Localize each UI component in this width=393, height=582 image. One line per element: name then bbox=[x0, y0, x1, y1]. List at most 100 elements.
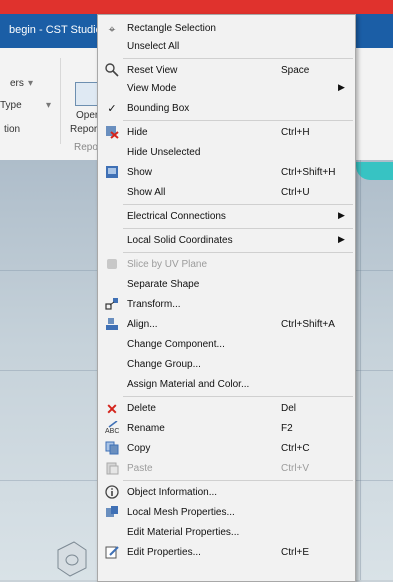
menu-item-rectangle-selection[interactable]: ⌖ Rectangle Selection bbox=[98, 19, 355, 39]
menu-label: Bounding Box bbox=[127, 103, 190, 114]
menu-label: Change Component... bbox=[127, 339, 225, 350]
menu-label: Local Mesh Properties... bbox=[127, 507, 235, 518]
menu-shortcut: Ctrl+H bbox=[281, 127, 310, 138]
align-icon bbox=[104, 317, 120, 333]
menu-item-local-mesh-properties[interactable]: Local Mesh Properties... bbox=[98, 503, 355, 523]
menu-item-copy[interactable]: Copy Ctrl+C bbox=[98, 439, 355, 459]
transform-icon bbox=[104, 297, 120, 313]
rectangle-selection-icon: ⌖ bbox=[108, 22, 116, 36]
menu-separator bbox=[123, 120, 353, 121]
menu-item-align[interactable]: Align... Ctrl+Shift+A bbox=[98, 315, 355, 335]
slice-icon bbox=[104, 257, 120, 273]
menu-shortcut: Ctrl+C bbox=[281, 443, 310, 454]
mesh-icon bbox=[104, 505, 120, 521]
menu-item-hide[interactable]: Hide Ctrl+H bbox=[98, 123, 355, 143]
grid-line bbox=[360, 160, 361, 580]
submenu-arrow-icon: ▶ bbox=[338, 82, 345, 92]
ribbon-label-ers[interactable]: ers bbox=[10, 78, 24, 89]
menu-item-delete[interactable]: ✕ Delete Del bbox=[98, 399, 355, 419]
probe-model-icon bbox=[57, 541, 87, 577]
menu-separator bbox=[123, 204, 353, 205]
svg-text:ABC: ABC bbox=[105, 428, 119, 435]
edit-properties-icon bbox=[104, 545, 120, 561]
menu-label: Copy bbox=[127, 443, 151, 454]
menu-item-assign-material-color[interactable]: Assign Material and Color... bbox=[98, 375, 355, 395]
menu-separator bbox=[123, 228, 353, 229]
menu-item-change-group[interactable]: Change Group... bbox=[98, 355, 355, 375]
menu-label: Reset View bbox=[127, 65, 178, 76]
menu-label: Transform... bbox=[127, 299, 181, 310]
checkmark-icon: ✓ bbox=[107, 103, 117, 115]
menu-item-show[interactable]: Show Ctrl+Shift+H bbox=[98, 163, 355, 183]
copy-icon bbox=[104, 441, 120, 457]
model-shape bbox=[356, 162, 393, 180]
menu-label: Object Information... bbox=[127, 487, 218, 498]
menu-item-reset-view[interactable]: Reset View Space bbox=[98, 61, 355, 81]
menu-label: Rectangle Selection bbox=[127, 23, 216, 34]
menu-item-rename[interactable]: ABC Rename F2 bbox=[98, 419, 355, 439]
menu-separator bbox=[123, 480, 353, 481]
menu-item-separate-shape[interactable]: Separate Shape bbox=[98, 275, 355, 295]
report-icon[interactable] bbox=[75, 82, 99, 106]
submenu-arrow-icon: ▶ bbox=[338, 234, 345, 244]
ribbon-separator bbox=[60, 58, 61, 144]
menu-label: Show bbox=[127, 167, 153, 178]
menu-shortcut: Ctrl+V bbox=[281, 463, 310, 474]
hide-icon bbox=[104, 125, 120, 141]
ribbon-label-repor[interactable]: Repor bbox=[70, 124, 97, 135]
menu-item-transform[interactable]: Transform... bbox=[98, 295, 355, 315]
window-title: begin - CST Studio bbox=[9, 24, 102, 36]
menu-shortcut: Space bbox=[281, 65, 310, 76]
menu-item-change-component[interactable]: Change Component... bbox=[98, 335, 355, 355]
menu-label: Unselect All bbox=[127, 41, 180, 52]
menu-item-hide-unselected[interactable]: Hide Unselected bbox=[98, 143, 355, 163]
dropdown-arrow-icon: ▾ bbox=[46, 100, 52, 111]
menu-item-view-mode[interactable]: View Mode ▶ bbox=[98, 79, 355, 99]
submenu-arrow-icon: ▶ bbox=[338, 210, 345, 220]
menu-shortcut: Ctrl+Shift+A bbox=[281, 319, 335, 330]
menu-label: View Mode bbox=[127, 83, 177, 94]
menu-label: Delete bbox=[127, 403, 156, 414]
ribbon-label-type[interactable]: Type bbox=[0, 100, 22, 111]
menu-label: Separate Shape bbox=[127, 279, 200, 290]
menu-shortcut: F2 bbox=[281, 423, 293, 434]
menu-label: Slice by UV Plane bbox=[127, 259, 208, 270]
menu-item-edit-material-properties[interactable]: Edit Material Properties... bbox=[98, 523, 355, 543]
menu-label: Edit Properties... bbox=[127, 547, 201, 558]
menu-item-slice-by-uv-plane: Slice by UV Plane bbox=[98, 255, 355, 275]
top-accent-bar bbox=[0, 0, 393, 14]
menu-item-object-information[interactable]: Object Information... bbox=[98, 483, 355, 503]
menu-item-edit-properties[interactable]: Edit Properties... Ctrl+E bbox=[98, 543, 355, 563]
menu-shortcut: Ctrl+Shift+H bbox=[281, 167, 336, 178]
reset-view-icon bbox=[104, 63, 120, 79]
menu-item-paste: Paste Ctrl+V bbox=[98, 459, 355, 479]
menu-label: Hide Unselected bbox=[127, 147, 201, 158]
menu-item-show-all[interactable]: Show All Ctrl+U bbox=[98, 183, 355, 203]
dropdown-arrow-icon: ▾ bbox=[28, 78, 34, 89]
info-icon bbox=[104, 485, 120, 501]
menu-shortcut: Ctrl+U bbox=[281, 187, 310, 198]
menu-label: Local Solid Coordinates bbox=[127, 235, 233, 246]
paste-icon bbox=[104, 461, 120, 477]
menu-label: Hide bbox=[127, 127, 148, 138]
rename-icon: ABC bbox=[104, 420, 120, 437]
menu-separator bbox=[123, 252, 353, 253]
menu-item-bounding-box[interactable]: ✓ Bounding Box bbox=[98, 99, 355, 119]
menu-item-electrical-connections[interactable]: Electrical Connections ▶ bbox=[98, 207, 355, 227]
menu-shortcut: Del bbox=[281, 403, 297, 414]
show-icon bbox=[104, 165, 120, 181]
menu-label: Change Group... bbox=[127, 359, 201, 370]
ribbon-label-tion[interactable]: tion bbox=[4, 124, 20, 135]
menu-label: Electrical Connections bbox=[127, 211, 226, 222]
menu-separator bbox=[123, 58, 353, 59]
ribbon-label-oper[interactable]: Oper bbox=[76, 110, 98, 121]
menu-shortcut: Ctrl+E bbox=[281, 547, 310, 558]
menu-separator bbox=[123, 396, 353, 397]
menu-item-local-solid-coordinates[interactable]: Local Solid Coordinates ▶ bbox=[98, 231, 355, 251]
menu-label: Paste bbox=[127, 463, 153, 474]
menu-label: Edit Material Properties... bbox=[127, 527, 240, 538]
menu-item-unselect-all[interactable]: Unselect All bbox=[98, 37, 355, 57]
menu-label: Align... bbox=[127, 319, 158, 330]
menu-label: Show All bbox=[127, 187, 166, 198]
context-menu: ⌖ Rectangle Selection Unselect All Reset… bbox=[97, 14, 356, 582]
